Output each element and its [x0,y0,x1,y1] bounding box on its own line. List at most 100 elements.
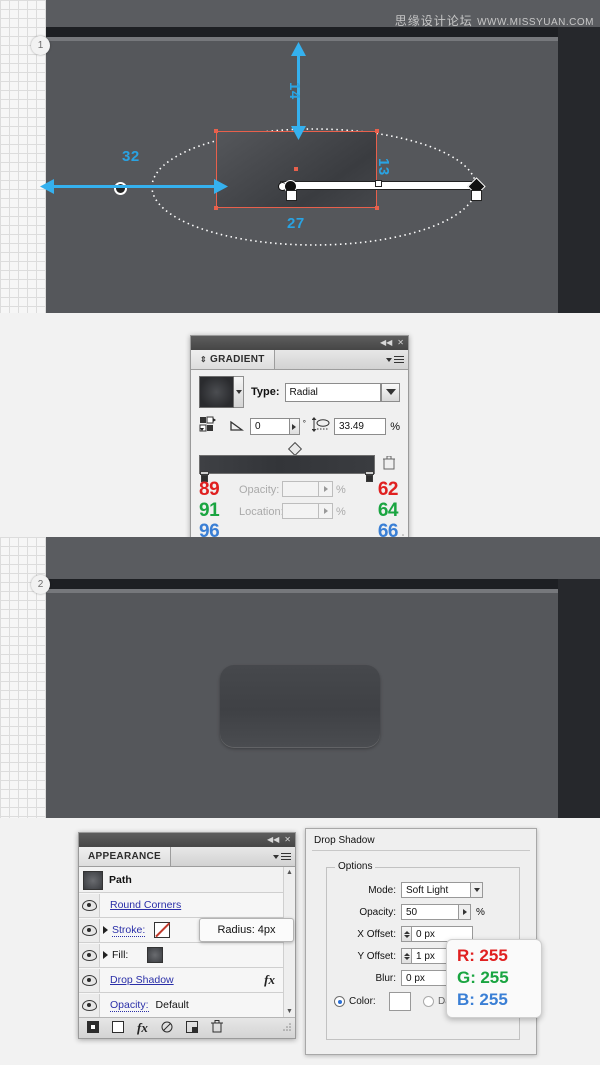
gradient-slider-bar[interactable] [199,455,375,474]
hamburger-icon [394,354,404,365]
close-icon[interactable]: ✕ [397,339,404,347]
disclosure-triangle-icon[interactable] [103,951,108,959]
drop-shadow-dialog[interactable]: Drop Shadow Options Mode: Soft Light Opa… [305,828,542,1055]
gradient-stop-house-left[interactable] [286,190,297,201]
visibility-toggle[interactable] [79,968,100,992]
gradient-angle-input[interactable]: 0 [250,418,290,435]
options-legend: Options [335,861,376,872]
eye-icon [81,924,97,936]
panel-resize-grip[interactable] [283,1022,292,1034]
appearance-row-label[interactable]: Round Corners [110,899,181,911]
gradient-slider-midpoint[interactable] [287,441,303,457]
appearance-row-path[interactable]: Path [79,867,283,893]
bbox-handle [214,206,218,210]
location-stepper[interactable] [318,503,333,519]
dimension-label-27: 27 [287,215,305,232]
stop-right-g: 64 [377,500,399,521]
fx-icon[interactable]: fx [264,972,275,988]
appearance-row-drop-shadow[interactable]: Drop Shadow fx [79,968,283,993]
gradient-type-value[interactable]: Radial [284,382,381,402]
disclosure-triangle-icon[interactable] [103,926,108,934]
gradient-type-row: Type: Radial [199,376,400,408]
rgb-g-value: 255 [480,968,509,987]
field-mode-value[interactable]: Soft Light [401,882,471,898]
tab-gradient[interactable]: ⇕ GRADIENT [191,350,275,369]
panel-menu-button[interactable] [273,851,295,862]
gradient-stop-house-right[interactable] [471,190,482,201]
appearance-panel[interactable]: ◀◀ ✕ APPEARANCE Path Round Corners Strok… [78,832,296,1039]
field-x-offset-label: X Offset: [357,928,396,940]
gradient-preview-swatch[interactable] [199,376,234,408]
reverse-gradient-icon[interactable] [199,416,216,437]
add-new-stroke-icon[interactable] [87,1020,99,1036]
scroll-up-icon[interactable]: ▲ [286,869,293,876]
visibility-toggle[interactable] [79,943,100,967]
gradient-aspect-input[interactable]: 33.49 [333,418,387,435]
dark-bar-2 [46,579,558,589]
field-mode-dropdown[interactable] [471,882,483,898]
visibility-toggle[interactable] [79,918,100,942]
appearance-row-fill[interactable]: Fill: [79,943,283,968]
appearance-row-label[interactable]: Opacity: [110,999,149,1012]
gradient-panel-titlebar[interactable]: ◀◀ ✕ [191,336,408,350]
visibility-toggle[interactable] [79,993,100,1017]
delete-stop-icon[interactable] [383,455,395,475]
fill-swatch[interactable] [147,947,164,963]
field-opacity-stepper[interactable] [459,904,471,920]
gradient-slider-area[interactable] [199,441,400,482]
collapse-icon[interactable]: ◀◀ [380,339,392,347]
appearance-scrollbar[interactable]: ▲ ▼ [283,867,295,1017]
gradient-angle-stepper[interactable] [289,418,300,435]
tab-appearance[interactable]: APPEARANCE [79,847,172,866]
appearance-row-label[interactable]: Fill: [112,949,128,961]
appearance-panel-footer: fx [79,1017,295,1038]
field-opacity-value[interactable]: 50 [401,904,459,920]
canvas-step-1: 1 14 32 13 27 思缘设计论坛 WWW.MISSYUAN.COM [0,0,600,313]
appearance-row-opacity[interactable]: Opacity: Default [79,993,283,1017]
watermark-cn: 思缘设计论坛 [394,14,473,28]
gradient-midpoint-marker[interactable] [375,180,382,187]
close-icon[interactable]: ✕ [284,836,291,844]
panel-menu-button[interactable] [386,354,408,365]
field-opacity-label: Opacity: [359,906,396,918]
appearance-row-label[interactable]: Drop Shadow [110,974,174,986]
gradient-angle-row: 0 ° 33.49 % [199,416,400,437]
dimension-arrow-left-heads [40,179,228,194]
clear-appearance-icon[interactable] [161,1021,173,1036]
duplicate-item-icon[interactable] [185,1020,198,1036]
scroll-down-icon[interactable]: ▼ [286,1008,293,1015]
location-unit: % [336,506,346,518]
appearance-row-label[interactable]: Stroke: [112,924,146,937]
gradient-panel[interactable]: ◀◀ ✕ ⇕ GRADIENT Type: Radial 0 ° 33.49 %… [190,335,409,550]
stop-right-r: 62 [377,479,399,500]
location-input[interactable] [282,503,320,519]
appearance-list: Path Round Corners Stroke: Fill: Drop Sh… [79,867,295,1017]
stroke-none-swatch[interactable] [154,922,171,938]
dimension-label-32: 32 [122,148,140,165]
appearance-row-round-corners[interactable]: Round Corners [79,893,283,918]
gradient-swatch-dropdown[interactable] [234,376,244,408]
delete-item-icon[interactable] [210,1020,223,1036]
resize-grip-glyph [283,1023,291,1031]
reverse-gradient-glyph [199,416,216,432]
field-y-offset-spinner[interactable] [401,948,412,964]
opacity-input[interactable] [282,481,320,497]
darkness-radio[interactable] [423,996,434,1007]
visibility-toggle[interactable] [79,893,100,917]
opacity-stepper[interactable] [318,481,333,497]
rgb-g-label: G: [457,968,476,987]
radius-tooltip: Radius: 4px [199,918,294,942]
appearance-panel-titlebar[interactable]: ◀◀ ✕ [79,833,295,847]
add-new-effect-icon[interactable]: fx [137,1020,148,1036]
field-x-offset-spinner[interactable] [401,926,412,942]
rgb-b-value: 255 [479,990,508,1009]
stop-left-g: 91 [199,500,220,521]
color-swatch[interactable] [389,992,411,1011]
field-opacity: Opacity: 50 % [339,904,485,920]
color-radio[interactable] [334,996,345,1007]
add-new-fill-icon[interactable] [112,1020,124,1036]
gradient-type-label: Type: [251,386,280,398]
collapse-icon[interactable]: ◀◀ [267,836,279,844]
gradient-panel-body: Type: Radial 0 ° 33.49 % 89 91 96 62 64 … [191,370,408,549]
gradient-type-dropdown[interactable] [381,382,400,402]
